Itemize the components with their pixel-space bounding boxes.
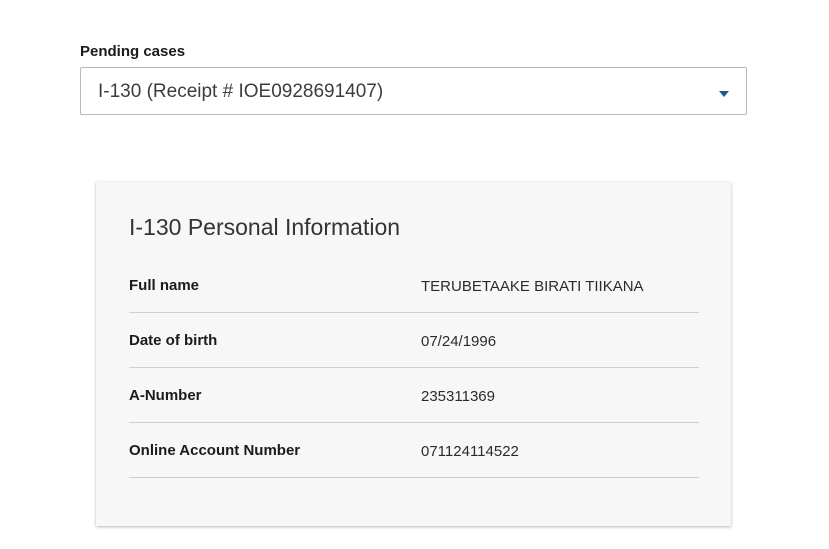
info-row-date-of-birth: Date of birth 07/24/1996 bbox=[129, 313, 699, 368]
info-value: TERUBETAAKE BIRATI TIIKANA bbox=[421, 278, 644, 295]
info-row-a-number: A-Number 235311369 bbox=[129, 368, 699, 423]
pending-cases-select[interactable]: I-130 (Receipt # IOE0928691407) bbox=[80, 67, 747, 115]
personal-information-card: I-130 Personal Information Full name TER… bbox=[96, 182, 731, 526]
card-title: I-130 Personal Information bbox=[129, 214, 401, 240]
chevron-down-icon bbox=[719, 91, 729, 97]
personal-information-table: Full name TERUBETAAKE BIRATI TIIKANA Dat… bbox=[129, 258, 699, 478]
info-value: 071124114522 bbox=[421, 443, 519, 460]
info-row-full-name: Full name TERUBETAAKE BIRATI TIIKANA bbox=[129, 258, 699, 313]
info-value: 235311369 bbox=[421, 388, 495, 405]
pending-cases-label: Pending cases bbox=[80, 43, 186, 60]
info-value: 07/24/1996 bbox=[421, 333, 497, 350]
info-label: Full name bbox=[129, 277, 200, 294]
info-label: Date of birth bbox=[129, 332, 218, 349]
page: Pending cases I-130 (Receipt # IOE092869… bbox=[0, 0, 829, 549]
info-label: A-Number bbox=[129, 387, 202, 404]
pending-cases-selected-value: I-130 (Receipt # IOE0928691407) bbox=[98, 81, 384, 102]
info-label: Online Account Number bbox=[129, 442, 301, 459]
info-row-online-account-number: Online Account Number 071124114522 bbox=[129, 423, 699, 478]
